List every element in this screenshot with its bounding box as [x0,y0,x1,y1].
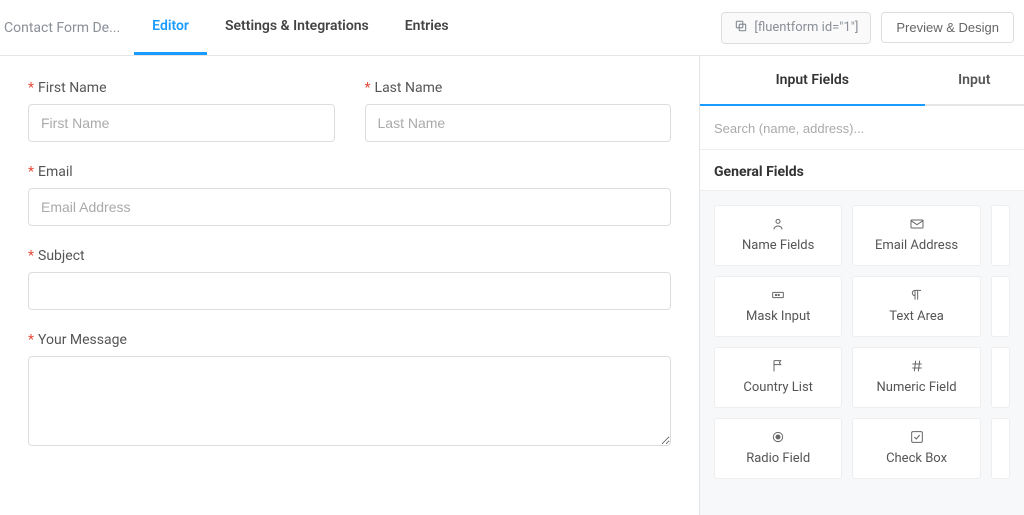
tab-editor[interactable]: Editor [134,0,207,55]
field-country-list[interactable]: Country List [714,347,842,408]
fields-sidebar: Input Fields Input General Fields Name F… [699,56,1024,515]
mail-icon [909,216,925,232]
field-radio-field[interactable]: Radio Field [714,418,842,479]
field-mask-input[interactable]: Mask Input [714,276,842,337]
preview-design-button[interactable]: Preview & Design [881,12,1014,43]
tab-entries[interactable]: Entries [387,0,467,55]
email-label: *Email [28,164,671,180]
email-input[interactable] [28,188,671,226]
field-search-input[interactable] [714,121,1010,136]
user-icon [770,216,786,232]
copy-icon [734,19,748,37]
field-numeric-field[interactable]: Numeric Field [852,347,980,408]
paragraph-icon [909,287,925,303]
hash-icon [909,358,925,374]
field-name-fields[interactable]: Name Fields [714,205,842,266]
last-name-label: *Last Name [365,80,672,96]
field-email-address[interactable]: Email Address [852,205,980,266]
shortcode-display[interactable]: [fluentform id="1"] [721,12,871,44]
check-icon [909,429,925,445]
message-textarea[interactable] [28,356,671,446]
radio-icon [770,429,786,445]
field-text-area[interactable]: Text Area [852,276,980,337]
field-stub[interactable] [991,205,1010,266]
sidebar-tab-input-fields[interactable]: Input Fields [700,56,925,106]
flag-icon [770,358,786,374]
first-name-input[interactable] [28,104,335,142]
subject-input[interactable] [28,272,671,310]
field-stub[interactable] [991,347,1010,408]
shortcode-text: [fluentform id="1"] [754,20,858,35]
message-label: *Your Message [28,332,671,348]
tab-settings[interactable]: Settings & Integrations [207,0,387,55]
subject-label: *Subject [28,248,671,264]
sidebar-tab-input[interactable]: Input [925,56,1024,106]
field-check-box[interactable]: Check Box [852,418,980,479]
first-name-label: *First Name [28,80,335,96]
mask-icon [770,287,786,303]
general-fields-heading: General Fields [700,150,1024,191]
last-name-input[interactable] [365,104,672,142]
field-stub[interactable] [991,276,1010,337]
form-canvas: *First Name *Last Name *Email *Subject *… [0,56,699,515]
form-title: Contact Form De... [0,20,134,36]
field-stub[interactable] [991,418,1010,479]
